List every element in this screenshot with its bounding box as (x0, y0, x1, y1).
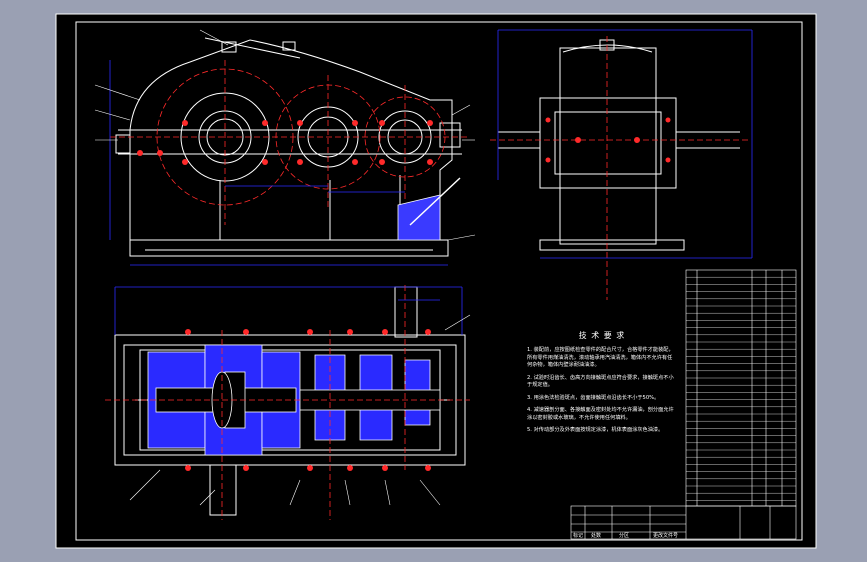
title-block-label-mark: 标记 (573, 533, 584, 539)
front-view-pitch-circles (110, 60, 470, 225)
side-view (498, 39, 740, 251)
title-block-label-zone: 分区 (619, 533, 630, 539)
requirement-item-2: 2. 试验时沿齿长、齿高方向接触斑点应符合要求，接触斑点不小于规定值。 (527, 374, 674, 389)
plan-view-dimensions (114, 286, 463, 335)
technical-requirements-title: 技 术 要 求 (578, 331, 626, 340)
technical-requirements-list: 1. 装配前，应按图纸检查零件的配合尺寸，合格零件才能装配，所有零件用煤油清洗，… (527, 347, 677, 435)
side-view-centerlines (490, 36, 750, 300)
technical-requirements: 技 术 要 求 1. 装配前，应按图纸检查零件的配合尺寸，合格零件才能装配，所有… (527, 330, 677, 440)
assembly-drawing (55, 13, 817, 549)
requirement-item-3: 3. 用涂色法检验斑点，齿面接触斑点沿齿长不小于50%。 (527, 394, 660, 401)
front-view-dimensions (109, 60, 448, 266)
title-block-label-change: 更改文件号 (653, 533, 679, 539)
cad-viewport[interactable]: 技 术 要 求 1. 装配前，应按图纸检查零件的配合尺寸，合格零件才能装配，所有… (0, 0, 867, 562)
requirement-item-1: 1. 装配前，应按图纸检查零件的配合尺寸，合格零件才能装配，所有零件用煤油清洗，… (527, 347, 674, 368)
front-view-base (129, 239, 449, 257)
title-block-label-count: 处数 (591, 533, 602, 539)
title-block-labels: 标记 处数 分区 更改文件号 (571, 506, 796, 539)
side-view-dimensions (497, 29, 753, 259)
bom-table (685, 269, 797, 507)
side-view-housing (559, 47, 657, 245)
outer-border (55, 13, 817, 549)
requirement-item-5: 5. 对传动部分及外表面按规定涂漆，机体表面涂灰色油漆。 (527, 427, 664, 433)
requirement-item-4: 4. 减速器剖分面、各接触面及密封处均不允许漏油，剖分面允许涂以密封胶或水玻璃，… (527, 407, 674, 421)
